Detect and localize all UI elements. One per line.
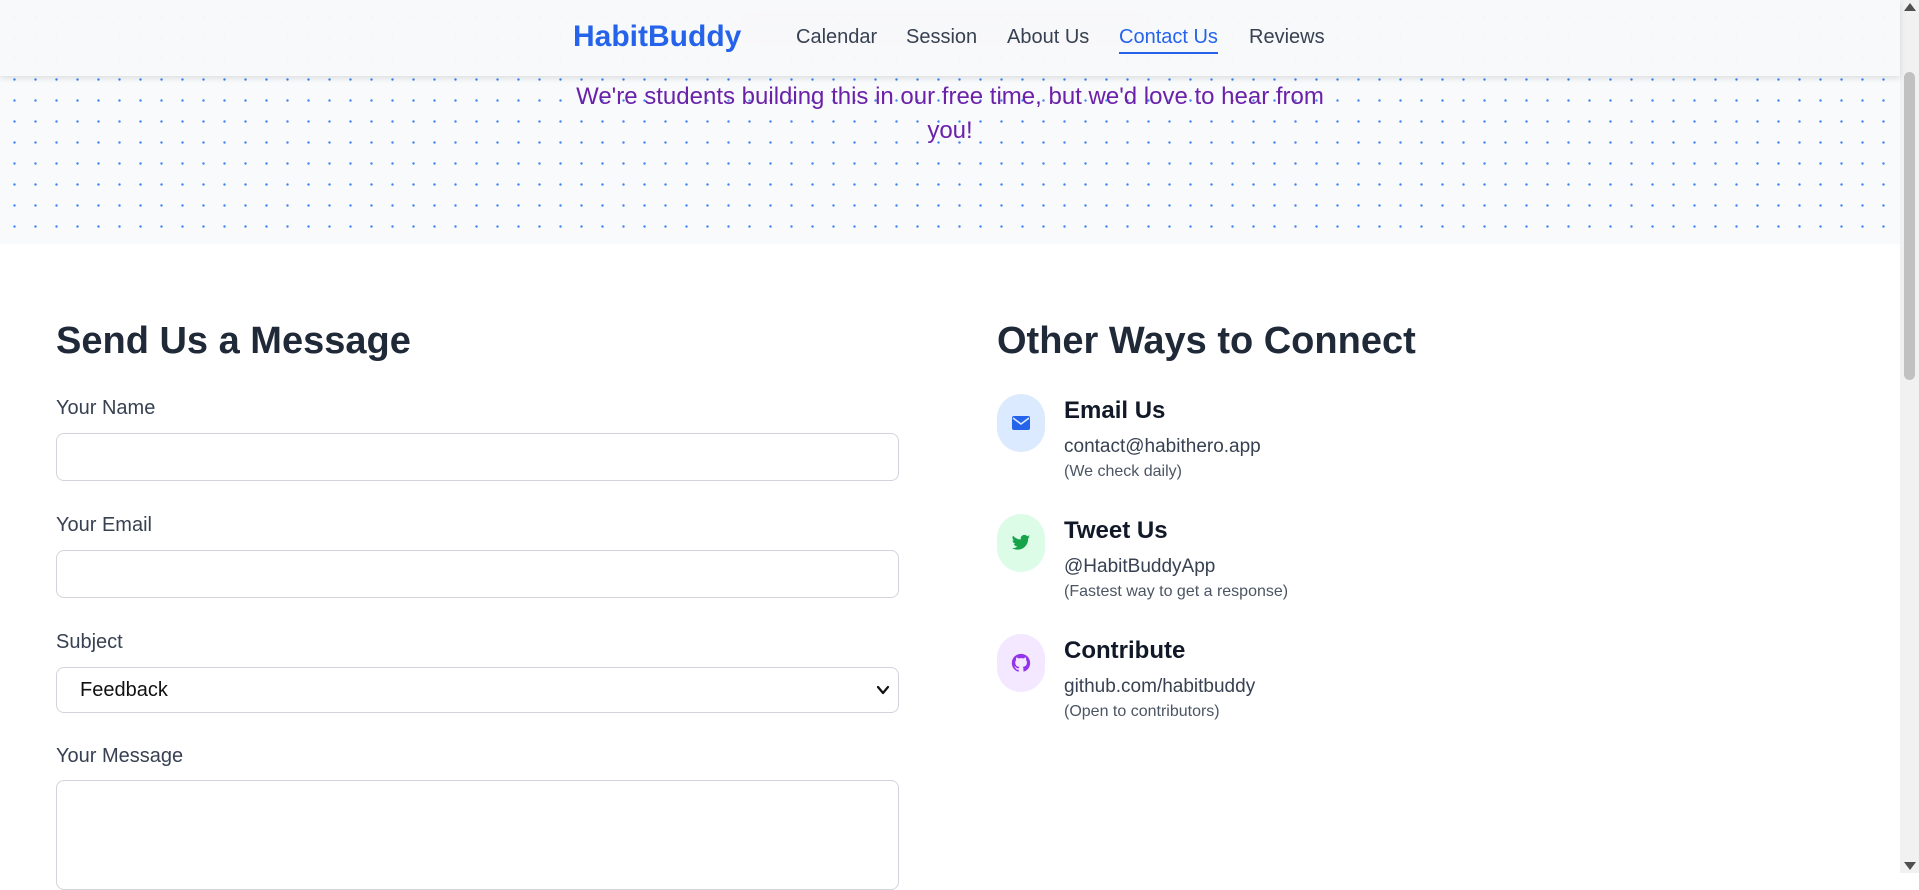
message-textarea[interactable] [56, 780, 899, 890]
email-input[interactable] [56, 550, 899, 598]
twitter-icon-badge [997, 514, 1045, 572]
nav-contact-us[interactable]: Contact Us [1119, 26, 1218, 54]
twitter-title: Tweet Us [1064, 517, 1168, 544]
email-label: Your Email [56, 514, 152, 536]
contact-title: Other Ways to Connect [997, 320, 1416, 362]
scroll-thumb[interactable] [1904, 72, 1915, 380]
nav-about-us[interactable]: About Us [1007, 26, 1089, 49]
hero-tagline-line1: We're students building this in our free… [576, 83, 1324, 110]
email-value[interactable]: contact@habithero.app [1064, 436, 1261, 458]
nav-calendar[interactable]: Calendar [796, 26, 877, 49]
subject-select-value: Feedback [80, 679, 168, 701]
hero-tagline-line2: you! [927, 117, 973, 144]
message-label: Your Message [56, 745, 184, 767]
scroll-down-arrow-icon[interactable] [1904, 862, 1916, 870]
github-title: Contribute [1064, 637, 1186, 664]
nav-session[interactable]: Session [906, 26, 977, 49]
subject-select[interactable]: Feedback [56, 667, 899, 713]
github-note: (Open to contributors) [1064, 703, 1220, 720]
email-note: (We check daily) [1064, 463, 1182, 480]
navbar: HabitBuddy Calendar Session About Us Con… [0, 0, 1900, 76]
brand-logo[interactable]: HabitBuddy [573, 20, 741, 54]
nav-reviews[interactable]: Reviews [1249, 26, 1325, 49]
twitter-icon [1011, 534, 1031, 550]
github-value[interactable]: github.com/habitbuddy [1064, 676, 1255, 698]
page-scrollbar[interactable] [1900, 0, 1919, 873]
email-title: Email Us [1064, 397, 1166, 424]
hero-tagline: We're students building this in our free… [530, 80, 1370, 148]
twitter-value[interactable]: @HabitBuddyApp [1064, 556, 1215, 578]
github-icon-badge [997, 634, 1045, 692]
form-title: Send Us a Message [56, 320, 411, 362]
name-label: Your Name [56, 397, 156, 419]
subject-label: Subject [56, 631, 123, 653]
scroll-up-arrow-icon[interactable] [1904, 3, 1916, 11]
email-icon-badge [997, 394, 1045, 452]
twitter-note: (Fastest way to get a response) [1064, 583, 1289, 600]
name-input[interactable] [56, 433, 899, 481]
envelope-icon [1012, 416, 1030, 430]
github-icon [1011, 653, 1031, 672]
chevron-down-icon [876, 685, 890, 695]
